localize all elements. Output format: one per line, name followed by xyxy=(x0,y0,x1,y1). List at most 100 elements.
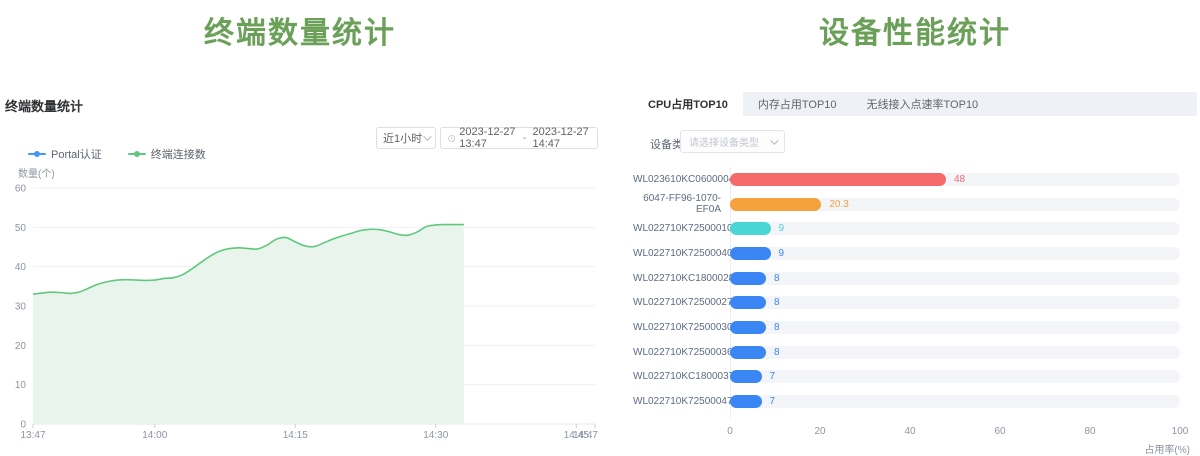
bar xyxy=(730,296,766,309)
legend-item[interactable]: Portal认证 xyxy=(28,146,102,162)
time-range-select[interactable]: 近1小时 xyxy=(376,127,436,149)
bar-row: WL022710K725000409 9 xyxy=(633,241,1197,266)
bar-track: 7 xyxy=(730,370,1180,383)
device-label: WL022710K725000307 xyxy=(633,322,721,333)
bar-row: WL023610KC06000043 48 xyxy=(633,167,1197,192)
x-tick-label: 13:47 xyxy=(20,430,45,441)
bar-x-tick-label: 100 xyxy=(1172,426,1189,437)
device-label: WL023610KC06000043 xyxy=(633,174,721,185)
time-range-value: 近1小时 xyxy=(383,130,422,146)
bar-track: 7 xyxy=(730,395,1180,408)
terminal-panel-title: 终端数量统计 xyxy=(5,96,83,115)
bar xyxy=(730,198,821,211)
bar-value-label: 7 xyxy=(770,370,776,383)
y-tick-label: 10 xyxy=(15,380,27,391)
bar-value-label: 9 xyxy=(779,222,785,235)
device-label: WL022710K725000409 xyxy=(633,248,721,259)
bar-row: 6047-FF96-1070-EF0A 20.3 xyxy=(633,192,1197,217)
performance-tab-bar: CPU占用TOP10内存占用TOP10无线接入点速率TOP10 xyxy=(633,92,1197,116)
y-tick-label: 30 xyxy=(15,302,27,313)
bar-track: 20.3 xyxy=(730,198,1180,211)
bar-track: 48 xyxy=(730,173,1180,186)
legend-line-dot-icon xyxy=(128,150,146,158)
tab-inactive[interactable]: 无线接入点速率TOP10 xyxy=(852,92,994,116)
area-fill xyxy=(33,225,464,424)
bar xyxy=(730,370,762,383)
bar xyxy=(730,247,771,260)
bar-value-label: 8 xyxy=(774,296,780,309)
tab-active[interactable]: CPU占用TOP10 xyxy=(633,92,743,116)
x-tick-label: 14:00 xyxy=(142,430,167,441)
bar-x-tick-label: 0 xyxy=(727,426,733,437)
bar-track: 9 xyxy=(730,247,1180,260)
y-tick-label: 60 xyxy=(15,184,27,195)
bar-value-label: 20.3 xyxy=(829,198,848,211)
bar xyxy=(730,222,771,235)
line-chart-legend: Portal认证 终端连接数 xyxy=(28,146,206,162)
bar xyxy=(730,173,946,186)
device-label: WL022710K725000470 xyxy=(633,396,721,407)
x-tick-label: 14:30 xyxy=(423,430,448,441)
bar-row: WL022710KC18000372 7 xyxy=(633,365,1197,390)
date-end: 2023-12-27 14:47 xyxy=(532,126,590,150)
device-label: WL022710KC18000280 xyxy=(633,273,721,284)
bar-chart-x-ticks: 0 20 40 60 80 100 xyxy=(633,426,1197,438)
cpu-top10-bar-chart: WL023610KC06000043 48 6047-FF96-1070-EF0A 2… xyxy=(633,167,1197,414)
bar-track: 8 xyxy=(730,272,1180,285)
left-section-title: 终端数量统计 xyxy=(0,8,600,52)
bar-row: WL022710K725000272 8 xyxy=(633,290,1197,315)
date-range-picker[interactable]: 2023-12-27 13:47 - 2023-12-27 14:47 xyxy=(440,127,598,149)
y-axis-title: 数量(个) xyxy=(18,167,55,180)
bar-chart-x-label: 占用率(%) xyxy=(633,441,1190,456)
bar-value-label: 48 xyxy=(954,173,965,186)
clock-icon xyxy=(448,133,455,144)
y-tick-label: 20 xyxy=(15,341,27,352)
bar xyxy=(730,321,766,334)
bar-value-label: 8 xyxy=(774,321,780,334)
device-type-placeholder: 请选择设备类型 xyxy=(689,134,759,149)
bar-x-tick-label: 60 xyxy=(994,426,1005,437)
chevron-down-icon xyxy=(770,136,778,144)
bar-value-label: 9 xyxy=(779,247,785,260)
device-label: WL022710K725000272 xyxy=(633,297,721,308)
bar-x-tick-label: 20 xyxy=(814,426,825,437)
date-separator: - xyxy=(521,132,529,144)
device-label: WL022710KC18000372 xyxy=(633,371,721,382)
bar-row: WL022710K725000470 7 xyxy=(633,389,1197,414)
bar-row: WL022710K725000102 9 xyxy=(633,216,1197,241)
legend-line-dot-icon xyxy=(28,150,46,158)
bar-value-label: 8 xyxy=(774,346,780,359)
legend-item[interactable]: 终端连接数 xyxy=(128,146,206,162)
bar-row: WL022710K725000307 8 xyxy=(633,315,1197,340)
device-label: WL022710K725000102 xyxy=(633,223,721,234)
terminal-count-line-chart: 0 10 20 30 40 50 60 数量(个) 13:47 14:00 14:15 14:30 14… xyxy=(0,165,600,456)
legend-label: Portal认证 xyxy=(51,146,102,162)
bar xyxy=(730,272,766,285)
y-tick-label: 0 xyxy=(20,420,26,431)
device-type-select[interactable]: 请选择设备类型 xyxy=(680,130,785,153)
device-label: 6047-FF96-1070-EF0A xyxy=(633,193,721,215)
bar-row: WL022710KC18000280 8 xyxy=(633,266,1197,291)
bar xyxy=(730,346,766,359)
bar-x-tick-label: 40 xyxy=(904,426,915,437)
bar-track: 8 xyxy=(730,346,1180,359)
dashboard-page: 终端数量统计 设备性能统计 终端数量统计 近1小时 2023-12-27 13:… xyxy=(0,0,1200,456)
date-start: 2023-12-27 13:47 xyxy=(459,126,517,150)
legend-label: 终端连接数 xyxy=(151,146,206,162)
y-tick-label: 40 xyxy=(15,262,27,273)
bar-x-tick-label: 80 xyxy=(1084,426,1095,437)
tab-inactive[interactable]: 内存占用TOP10 xyxy=(743,92,852,116)
bar-value-label: 8 xyxy=(774,272,780,285)
x-tick-label: 14:47 xyxy=(573,430,598,441)
bar-track: 8 xyxy=(730,321,1180,334)
bar-track: 9 xyxy=(730,222,1180,235)
device-label: WL022710K725000369 xyxy=(633,347,721,358)
bar-track: 8 xyxy=(730,296,1180,309)
bar-row: WL022710K725000369 8 xyxy=(633,340,1197,365)
bar-value-label: 7 xyxy=(770,395,776,408)
bar xyxy=(730,395,762,408)
chevron-down-icon xyxy=(423,132,431,140)
y-tick-label: 50 xyxy=(15,223,27,234)
x-tick-label: 14:15 xyxy=(283,430,308,441)
right-section-title: 设备性能统计 xyxy=(633,8,1197,52)
